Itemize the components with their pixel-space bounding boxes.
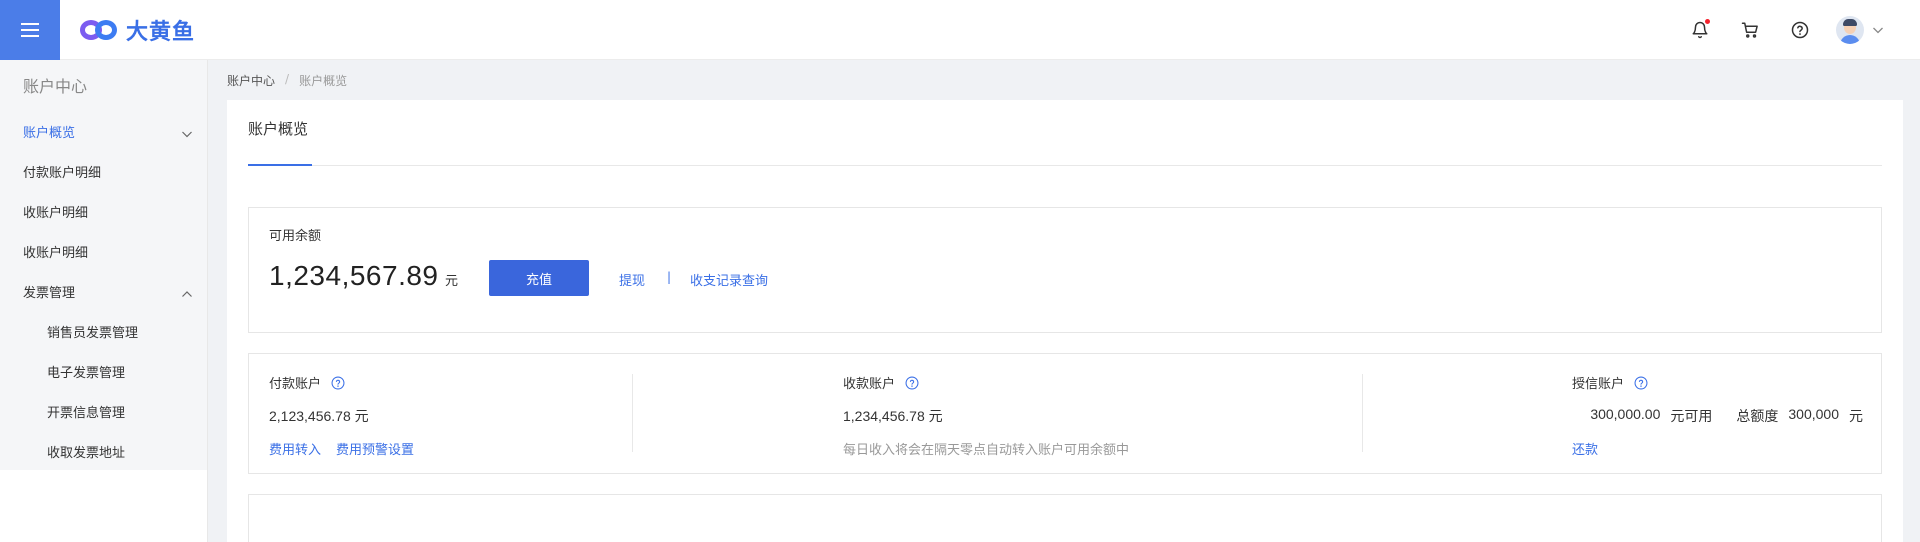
sidebar-item-payment-details[interactable]: 付款账户明细 (0, 154, 207, 194)
balance-unit: 元 (445, 274, 459, 289)
chevron-down-icon (182, 131, 192, 138)
accounts-panel: 付款账户 2,123,456.78 元 费用转入 费用预警设置 收款账户 1,2… (248, 353, 1882, 474)
breadcrumb-current: 账户概览 (299, 74, 348, 88)
help-button[interactable] (1790, 20, 1810, 40)
credit-account-title: 授信账户 (1572, 373, 1648, 392)
notification-button[interactable] (1690, 19, 1710, 40)
cart-button[interactable] (1740, 20, 1760, 40)
credit-total-label: 总额度 (1736, 408, 1779, 424)
question-icon[interactable] (905, 376, 919, 390)
notification-dot (1705, 19, 1710, 24)
question-icon[interactable] (331, 376, 345, 390)
sidebar-item-label: 发票管理 (23, 286, 76, 301)
credit-available-value: 300,000.00 (1590, 406, 1661, 422)
sidebar: 账户中心 账户概览 付款账户明细 收账户明细 收账户明细 发票管理 销售员发票管… (0, 60, 208, 542)
credit-available-suffix: 元可用 (1670, 408, 1713, 424)
sidebar-item-label: 开票信息管理 (47, 406, 126, 421)
credit-total-unit: 元 (1849, 408, 1863, 424)
sidebar-item-label: 收账户明细 (23, 206, 89, 221)
credit-account-values: 300,000.00 元可用 总额度 300,000 元 (1590, 406, 1863, 426)
logo-text: 大黄鱼 (126, 19, 196, 45)
tab-divider (248, 165, 1882, 166)
sidebar-item-invoice-address[interactable]: 收取发票地址 (0, 434, 207, 474)
avatar (1836, 16, 1864, 44)
sidebar-item-account-overview[interactable]: 账户概览 (0, 114, 207, 154)
breadcrumb: 账户中心 / 账户概览 (227, 72, 347, 89)
sidebar-item-invoice-management[interactable]: 发票管理 (0, 274, 207, 314)
help-icon (1791, 21, 1809, 39)
sidebar-title: 账户中心 (0, 60, 207, 114)
breadcrumb-root[interactable]: 账户中心 (227, 72, 275, 89)
sidebar-item-label: 收取发票地址 (47, 446, 126, 461)
receipt-account-label: 收款账户 (843, 377, 896, 392)
balance-amount: 1,234,567.89 (269, 260, 439, 291)
payment-account-title: 付款账户 (269, 373, 345, 392)
menu-icon (21, 22, 39, 37)
sidebar-empty-area (0, 470, 207, 542)
breadcrumb-separator: / (285, 72, 290, 86)
receipt-account-value: 1,234,456.78 元 (843, 408, 943, 424)
chevron-down-icon (1873, 27, 1883, 34)
page-title[interactable]: 账户概览 (248, 118, 308, 139)
repay-link[interactable]: 还款 (1572, 439, 1598, 458)
sidebar-item-label: 账户概览 (23, 126, 76, 141)
question-icon[interactable] (1634, 376, 1648, 390)
menu-toggle-button[interactable] (0, 0, 60, 60)
fee-transfer-link[interactable]: 费用转入 (269, 439, 321, 458)
sidebar-item-label: 付款账户明细 (23, 166, 102, 181)
sidebar-item-invoice-info[interactable]: 开票信息管理 (0, 394, 207, 434)
user-menu[interactable] (1836, 16, 1884, 44)
fee-alert-settings-link[interactable]: 费用预警设置 (336, 439, 414, 458)
balance-label: 可用余额 (269, 229, 322, 244)
sidebar-item-label: 收账户明细 (23, 246, 89, 261)
chevron-up-icon (182, 291, 192, 297)
sidebar-item-receipt-details-2[interactable]: 收账户明细 (0, 234, 207, 274)
payment-account-label: 付款账户 (269, 377, 322, 392)
sidebar-item-receipt-details[interactable]: 收账户明细 (0, 194, 207, 234)
logo-icon (80, 19, 118, 41)
details-panel (248, 494, 1882, 542)
sidebar-item-label: 电子发票管理 (47, 366, 126, 381)
main-content: 账户概览 可用余额 1,234,567.89 元 充值 提现 | 收支记录查询 … (227, 100, 1903, 542)
sidebar-item-salesperson-invoices[interactable]: 销售员发票管理 (0, 314, 207, 354)
cart-icon (1741, 22, 1758, 38)
credit-total-value: 300,000 (1788, 406, 1839, 422)
logo[interactable]: 大黄鱼 (80, 14, 195, 46)
sidebar-item-electronic-invoices[interactable]: 电子发票管理 (0, 354, 207, 394)
receipt-account-note: 每日收入将会在隔天零点自动转入账户可用余额中 (843, 443, 1130, 458)
link-separator: | (667, 270, 672, 284)
balance-panel: 可用余额 1,234,567.89 元 充值 提现 | 收支记录查询 (248, 207, 1882, 333)
receipt-account-title: 收款账户 (843, 373, 919, 392)
sidebar-item-label: 销售员发票管理 (47, 326, 139, 341)
recharge-button[interactable]: 充值 (489, 260, 589, 296)
divider (632, 374, 633, 452)
divider (1362, 374, 1363, 452)
withdraw-link[interactable]: 提现 (619, 270, 645, 289)
transaction-records-link[interactable]: 收支记录查询 (690, 270, 768, 289)
active-tab-indicator (248, 164, 312, 166)
payment-account-value: 2,123,456.78 元 (269, 408, 369, 424)
credit-account-label: 授信账户 (1572, 377, 1625, 392)
top-header: 大黄鱼 (0, 0, 1920, 60)
